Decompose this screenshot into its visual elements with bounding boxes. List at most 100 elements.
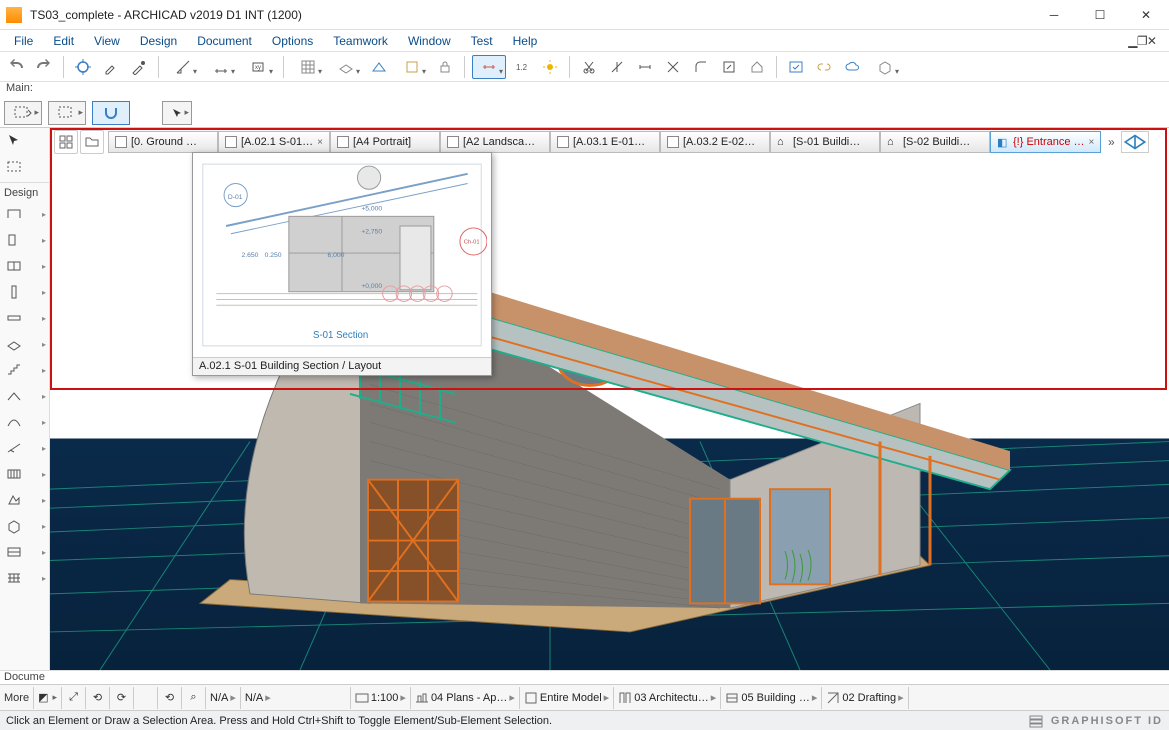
split-icon[interactable] — [605, 55, 629, 79]
slab-tool[interactable] — [0, 331, 49, 357]
lock-icon[interactable] — [433, 55, 457, 79]
menu-design[interactable]: Design — [130, 32, 187, 50]
tab-preview-tooltip: D-01 Ch-01 2.650 0.250 6,000 +5,000 +2,7… — [192, 152, 492, 376]
seg-plans[interactable]: 04 Plans - Ap… — [431, 692, 507, 704]
dimension-icon[interactable] — [472, 55, 506, 79]
tab-a031[interactable]: [A.03.1 E-01… — [550, 131, 660, 153]
zoom-prev-button[interactable]: ⟲ — [86, 687, 110, 709]
undo-icon[interactable] — [4, 55, 28, 79]
coord-tool-icon[interactable]: xy — [242, 55, 276, 79]
zoom-next-button[interactable]: ⟳ — [110, 687, 134, 709]
plane-icon[interactable] — [367, 55, 391, 79]
trace-icon[interactable] — [395, 55, 429, 79]
menu-edit[interactable]: Edit — [43, 32, 84, 50]
orbit-button[interactable]: ⟲ — [158, 687, 182, 709]
fit-button[interactable]: ⌕ — [182, 687, 206, 709]
menu-file[interactable]: File — [4, 32, 43, 50]
mesh-tool[interactable] — [0, 565, 49, 591]
inject-icon[interactable] — [127, 55, 151, 79]
link-icon[interactable] — [812, 55, 836, 79]
morph-tool[interactable] — [0, 487, 49, 513]
svg-text:+5,000: +5,000 — [361, 206, 382, 213]
mdi-controls[interactable]: ▁ ❐ ✕ — [1118, 32, 1165, 50]
cloud-icon[interactable] — [840, 55, 864, 79]
seg-arch[interactable]: 03 Architectu… — [634, 692, 709, 704]
measure-tool-icon[interactable] — [204, 55, 238, 79]
intersect-icon[interactable] — [661, 55, 685, 79]
column-tool[interactable] — [0, 279, 49, 305]
seg-building[interactable]: 05 Building … — [741, 692, 810, 704]
tab-folder-icon[interactable] — [80, 130, 104, 154]
dim-num-icon[interactable]: 1.2 — [510, 55, 534, 79]
fillet-icon[interactable] — [689, 55, 713, 79]
menu-document[interactable]: Document — [187, 32, 262, 50]
tab-s01[interactable]: ⌂[S-01 Buildi… — [770, 131, 880, 153]
door-tool[interactable] — [0, 227, 49, 253]
marquee-pick-button[interactable] — [4, 101, 42, 125]
tab-label: [A2 Landsca… — [463, 136, 535, 148]
more-button[interactable]: More — [0, 687, 34, 709]
layout-icon — [225, 136, 237, 148]
marquee-rect-button[interactable] — [48, 101, 86, 125]
brand-label[interactable]: GRAPHISOFT ID — [1051, 715, 1163, 727]
tab-a021[interactable]: [A.02.1 S-01…× — [218, 131, 330, 153]
shell-tool[interactable] — [0, 409, 49, 435]
tabs-overflow-button[interactable]: » — [1101, 135, 1121, 149]
stair-tool[interactable] — [0, 357, 49, 383]
arrow-tool[interactable] — [0, 128, 49, 154]
redo-icon[interactable] — [32, 55, 56, 79]
resize-icon[interactable] — [717, 55, 741, 79]
grid3d-icon[interactable] — [329, 55, 363, 79]
close-tab-icon[interactable]: × — [1089, 137, 1095, 148]
check-icon[interactable] — [784, 55, 808, 79]
close-tab-icon[interactable]: × — [317, 137, 323, 148]
beam-tool[interactable] — [0, 305, 49, 331]
tab-entrance[interactable]: ◧{!} Entrance …× — [990, 131, 1101, 153]
zoom-out-button[interactable]: ⤢ — [62, 687, 86, 709]
marquee-tool[interactable] — [0, 154, 49, 180]
layout-icon — [337, 136, 349, 148]
tab-3d-button[interactable] — [1121, 131, 1149, 153]
scale-value[interactable]: 1:100 — [371, 692, 399, 704]
pick-icon[interactable] — [71, 55, 95, 79]
cut-icon[interactable] — [577, 55, 601, 79]
curtain-tool[interactable] — [0, 461, 49, 487]
viewport-area[interactable]: [0. Ground … [A.02.1 S-01…× [A4 Portrait… — [50, 128, 1169, 670]
zone-tool[interactable] — [0, 539, 49, 565]
maximize-button[interactable]: ☐ — [1077, 0, 1123, 30]
arrow-mode-button[interactable] — [162, 101, 192, 125]
svg-text:2.650: 2.650 — [241, 252, 258, 259]
seg-drafting[interactable]: 02 Drafting — [842, 692, 896, 704]
tab-ground[interactable]: [0. Ground … — [108, 131, 218, 153]
object-tool[interactable] — [0, 513, 49, 539]
menu-help[interactable]: Help — [503, 32, 548, 50]
roof-tool[interactable] — [0, 383, 49, 409]
wall-tool[interactable] — [0, 201, 49, 227]
opt1-button[interactable]: ◩ — [34, 687, 62, 709]
seg-model[interactable]: Entire Model — [540, 692, 602, 704]
tab-a4[interactable]: [A4 Portrait] — [330, 131, 440, 153]
minimize-button[interactable]: ─ — [1031, 0, 1077, 30]
sun-icon[interactable] — [538, 55, 562, 79]
stack-icon[interactable] — [1029, 714, 1043, 728]
adjust-icon[interactable] — [633, 55, 657, 79]
tab-a032[interactable]: [A.03.2 E-02… — [660, 131, 770, 153]
menu-options[interactable]: Options — [262, 32, 323, 50]
menu-window[interactable]: Window — [398, 32, 461, 50]
ruler-tool-icon[interactable] — [166, 55, 200, 79]
grid-icon[interactable] — [291, 55, 325, 79]
titlebar: TS03_complete - ARCHICAD v2019 D1 INT (1… — [0, 0, 1169, 30]
eyedrop-icon[interactable] — [99, 55, 123, 79]
close-button[interactable]: ✕ — [1123, 0, 1169, 30]
window-tool[interactable] — [0, 253, 49, 279]
tab-s02[interactable]: ⌂[S-02 Buildi… — [880, 131, 990, 153]
magnet-button[interactable] — [92, 101, 130, 125]
menu-view[interactable]: View — [84, 32, 130, 50]
menu-teamwork[interactable]: Teamwork — [323, 32, 398, 50]
tab-grid-icon[interactable] — [54, 130, 78, 154]
skylight-tool[interactable] — [0, 435, 49, 461]
tab-a2[interactable]: [A2 Landsca… — [440, 131, 550, 153]
home-icon[interactable] — [745, 55, 769, 79]
menu-test[interactable]: Test — [461, 32, 503, 50]
box-tool-icon[interactable] — [868, 55, 902, 79]
